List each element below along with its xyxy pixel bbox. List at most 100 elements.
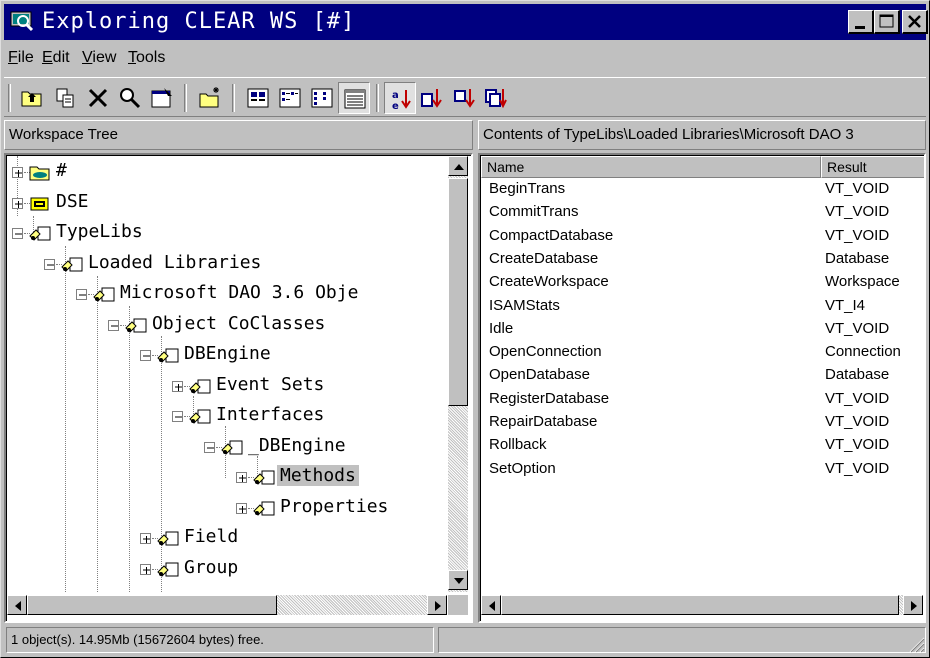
contents-header: Contents of TypeLibs\Loaded Libraries\Mi… — [478, 120, 926, 150]
expand-plus-icon[interactable] — [236, 472, 247, 483]
list-row[interactable]: OpenDatabase Database — [481, 364, 921, 387]
collapse-minus-icon[interactable] — [172, 411, 183, 422]
minimize-button[interactable] — [848, 10, 874, 34]
sort-size-button[interactable] — [448, 82, 480, 114]
list-row[interactable]: RegisterDatabase VT_VOID — [481, 388, 921, 411]
arrow-right-icon — [435, 601, 441, 611]
expand-plus-icon[interactable] — [12, 197, 23, 209]
tree-node-label: Object CoClasses — [152, 312, 326, 334]
collapse-minus-icon[interactable] — [140, 350, 151, 361]
contents-hscroll-thumb[interactable] — [501, 595, 899, 615]
expand-plus-icon[interactable] — [12, 167, 23, 178]
sort-date-icon — [485, 89, 507, 109]
tree-node[interactable]: _DBEngine — [7, 433, 447, 463]
scroll-left-button[interactable] — [7, 595, 27, 615]
sort-date-button[interactable] — [480, 82, 512, 114]
tree-horizontal-scrollbar[interactable] — [7, 595, 447, 615]
method-name: CommitTrans — [489, 203, 579, 221]
collapse-minus-icon[interactable] — [108, 319, 119, 331]
list-row[interactable]: CreateDatabase Database — [481, 248, 921, 271]
up-folder-button[interactable] — [16, 82, 48, 114]
resize-grip-icon[interactable] — [907, 635, 925, 653]
details-view-button[interactable] — [338, 82, 370, 114]
delete-button[interactable] — [82, 82, 114, 114]
drive-icon — [28, 192, 52, 214]
workspace-tree-header: Workspace Tree — [4, 120, 473, 150]
tree-node[interactable]: DBEngine — [7, 341, 447, 371]
expand-plus-icon[interactable] — [236, 502, 247, 514]
scroll-up-button[interactable] — [448, 156, 468, 176]
find-icon — [120, 88, 141, 109]
menu-file[interactable]: File — [8, 49, 34, 67]
toolbar-grip[interactable] — [8, 84, 11, 112]
details-view-icon — [344, 89, 366, 109]
menu-view[interactable]: View — [82, 49, 116, 67]
collapse-minus-icon[interactable] — [204, 441, 215, 453]
expand-plus-icon[interactable] — [140, 563, 151, 575]
large-icons-button[interactable] — [242, 82, 274, 114]
method-name: RepairDatabase — [489, 413, 598, 430]
collapse-minus-icon[interactable] — [76, 289, 87, 300]
method-name: OpenConnection — [489, 343, 602, 361]
list-row[interactable]: CompactDatabase VT_VOID — [481, 225, 921, 248]
tree-node[interactable]: TypeLibs — [7, 219, 447, 249]
tree-scroll-thumb[interactable] — [448, 178, 468, 406]
list-row[interactable]: ISAMStats VT_I4 — [481, 295, 921, 318]
copy-button[interactable] — [50, 82, 82, 114]
list-row[interactable]: RepairDatabase VT_VOID — [481, 411, 921, 434]
scroll-left-button[interactable] — [481, 595, 501, 615]
small-icons-button[interactable] — [274, 82, 306, 114]
tree-node[interactable]: Object CoClasses — [7, 311, 447, 341]
tree-node[interactable]: Methods — [7, 463, 447, 493]
tree-vertical-scrollbar[interactable] — [448, 156, 468, 592]
tree-node[interactable]: Interfaces — [7, 402, 447, 432]
menu-tools[interactable]: Tools — [128, 49, 165, 67]
tree-node[interactable]: Loaded Libraries — [7, 250, 447, 280]
properties-button[interactable] — [146, 82, 178, 114]
list-view-button[interactable] — [306, 82, 338, 114]
tree-node[interactable]: Properties — [7, 494, 447, 524]
tree-node[interactable]: Microsoft DAO 3.6 Obje — [7, 280, 447, 310]
list-row[interactable]: Idle VT_VOID — [481, 318, 921, 341]
close-button[interactable] — [902, 10, 928, 34]
list-row[interactable]: BeginTrans VT_VOID — [481, 178, 921, 201]
new-item-button[interactable] — [194, 82, 226, 114]
tree-hscroll-thumb[interactable] — [27, 595, 277, 615]
title-bar[interactable]: Exploring CLEAR WS [#] — [4, 4, 928, 40]
scroll-right-button[interactable] — [903, 595, 923, 615]
tree-node[interactable]: DSE — [7, 189, 447, 219]
expand-plus-icon[interactable] — [140, 533, 151, 544]
collapse-minus-icon[interactable] — [44, 258, 55, 270]
tree-node-label: Interfaces — [216, 404, 325, 425]
method-result: Database — [825, 249, 890, 267]
list-row[interactable]: Rollback VT_VOID — [481, 434, 921, 457]
tree-node[interactable]: Field — [7, 524, 447, 554]
sort-az-button[interactable]: a e — [384, 82, 416, 114]
new-item-icon — [199, 87, 219, 108]
expand-plus-icon[interactable] — [172, 380, 183, 392]
method-result: Workspace — [825, 273, 900, 291]
list-row[interactable]: CommitTrans VT_VOID — [481, 201, 921, 224]
scroll-down-button[interactable] — [448, 570, 468, 590]
column-header-name[interactable]: Name — [481, 156, 821, 178]
maximize-button[interactable] — [874, 10, 900, 34]
list-row[interactable]: SetOption VT_VOID — [481, 458, 921, 481]
column-header-result[interactable]: Result — [821, 156, 924, 178]
find-button[interactable] — [114, 82, 146, 114]
status-text: 1 object(s). 14.95Mb (15672604 bytes) fr… — [6, 627, 434, 653]
tree-node[interactable]: # — [7, 158, 447, 188]
small-icons-icon — [279, 88, 301, 108]
list-row[interactable]: CreateWorkspace Workspace — [481, 271, 921, 294]
contents-horizontal-scrollbar[interactable] — [481, 595, 923, 615]
list-row[interactable]: OpenConnection Connection — [481, 341, 921, 364]
scroll-right-button[interactable] — [427, 595, 447, 615]
delete-icon — [88, 88, 108, 108]
tree-node-label: Properties — [280, 495, 389, 517]
menu-edit[interactable]: Edit — [42, 49, 70, 67]
tree-node[interactable]: Event Sets — [7, 372, 447, 402]
tree-node[interactable]: Group — [7, 555, 447, 585]
sort-type-button[interactable] — [416, 82, 448, 114]
collapse-minus-icon[interactable] — [12, 228, 23, 239]
tree-node-label: DSE — [56, 190, 89, 212]
workspace-tree-pane: # DSE TypeLibs Loaded Libraries Microsoft DA… — [4, 153, 473, 623]
